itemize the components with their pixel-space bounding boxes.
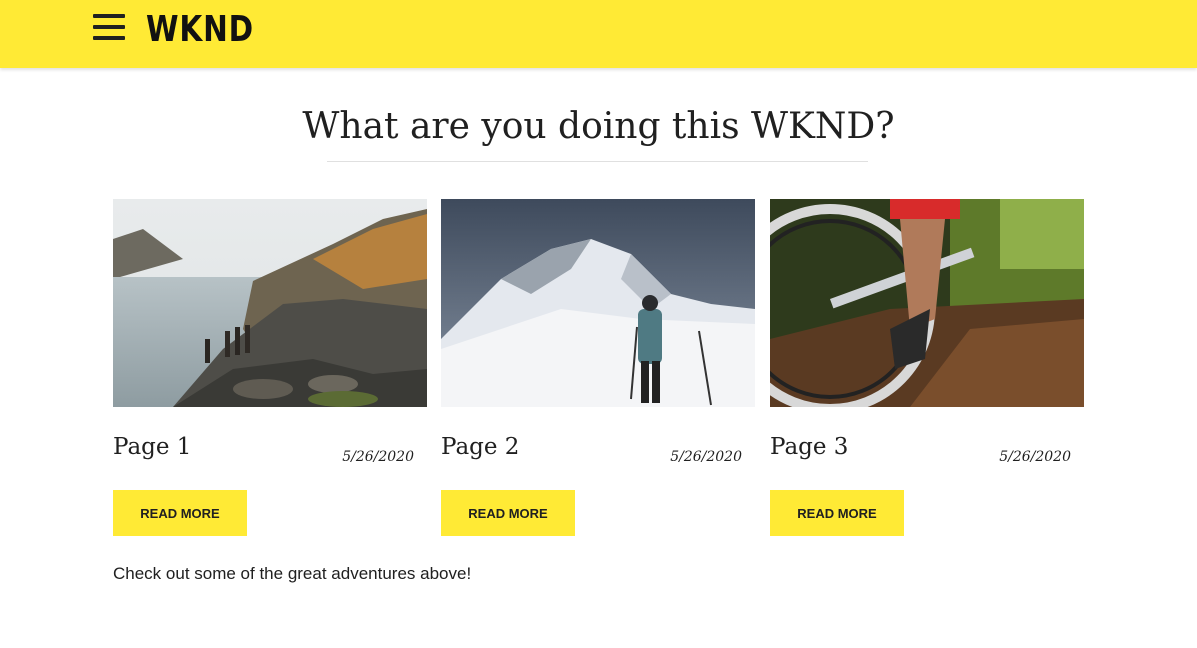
title-divider bbox=[327, 161, 868, 162]
mountain-lake-hikers-photo[interactable] bbox=[113, 199, 427, 407]
site-header: WKND bbox=[0, 0, 1197, 68]
read-more-button[interactable]: READ MORE bbox=[441, 490, 575, 536]
snowy-mountain-climber-photo[interactable] bbox=[441, 199, 755, 407]
wknd-logo[interactable]: WKND bbox=[146, 8, 254, 52]
footer-text: Check out some of the great adventures a… bbox=[113, 564, 472, 583]
card-title[interactable]: Page 2 bbox=[441, 432, 519, 462]
card-date: 5/26/2020 bbox=[670, 449, 742, 465]
card-title[interactable]: Page 1 bbox=[113, 432, 191, 462]
hamburger-menu-icon[interactable] bbox=[93, 14, 125, 40]
read-more-button[interactable]: READ MORE bbox=[770, 490, 904, 536]
card-page-2: Page 2 5/26/2020 READ MORE bbox=[441, 199, 755, 536]
read-more-button[interactable]: READ MORE bbox=[113, 490, 247, 536]
card-page-3: Page 3 5/26/2020 READ MORE bbox=[770, 199, 1084, 536]
card-page-1: Page 1 5/26/2020 READ MORE bbox=[113, 199, 427, 536]
card-date: 5/26/2020 bbox=[342, 449, 414, 465]
card-title[interactable]: Page 3 bbox=[770, 432, 848, 462]
card-date: 5/26/2020 bbox=[999, 449, 1071, 465]
mountain-bike-trail-photo[interactable] bbox=[770, 199, 1084, 407]
page-title: What are you doing this WKND? bbox=[302, 106, 895, 147]
